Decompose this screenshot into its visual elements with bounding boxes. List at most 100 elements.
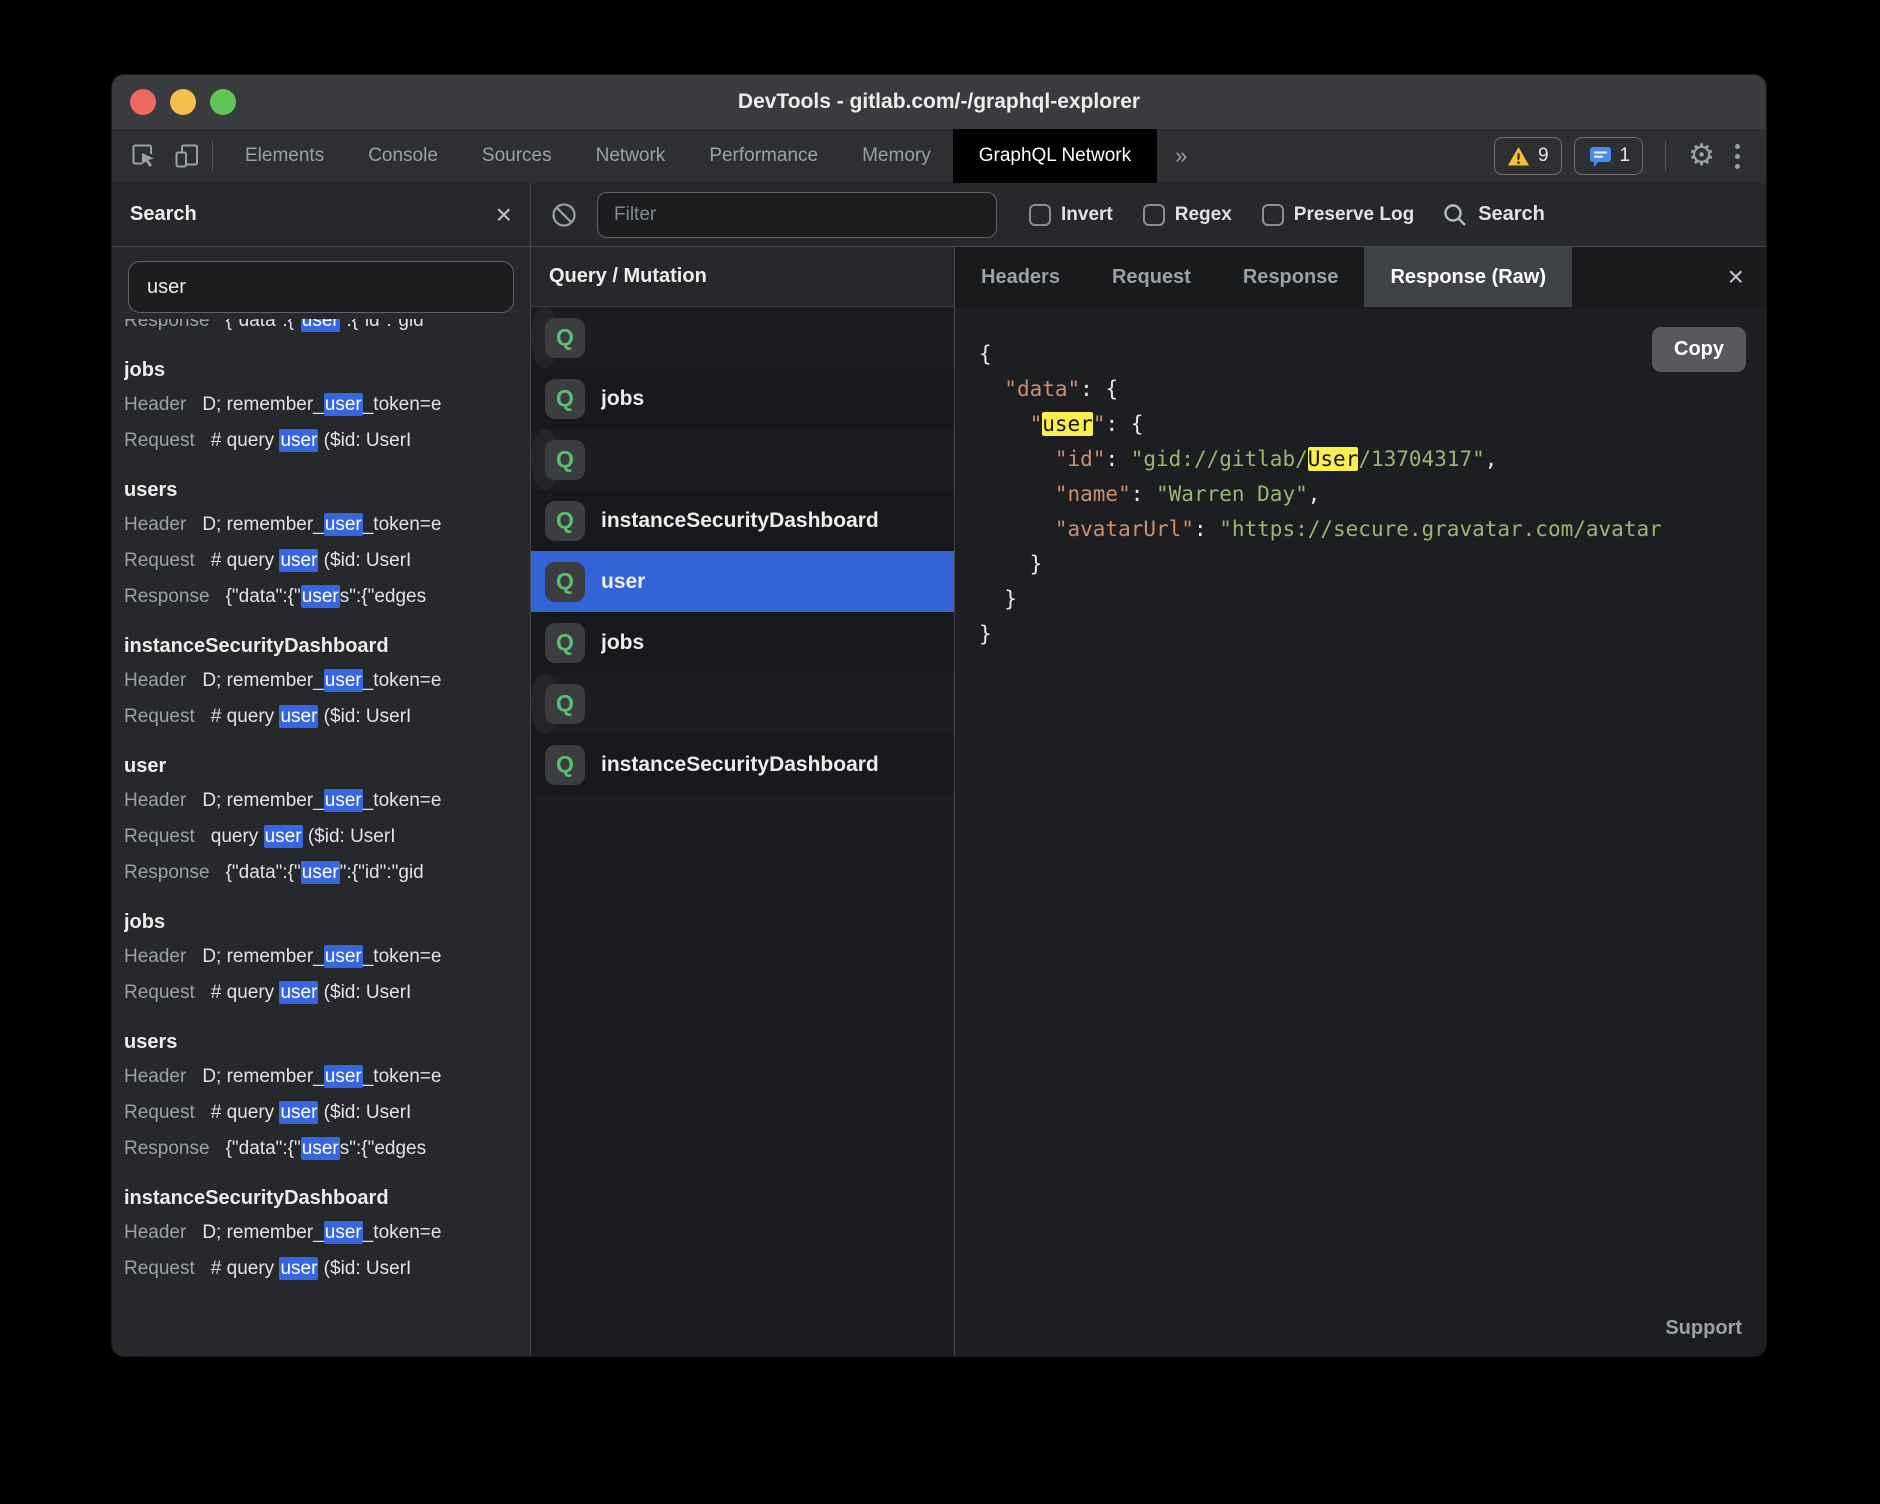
search-result-group-title[interactable]: instanceSecurityDashboard bbox=[124, 1181, 530, 1215]
query-list-item[interactable]: Quser bbox=[531, 307, 559, 368]
result-row-label: Response bbox=[124, 319, 210, 331]
query-list-item[interactable]: QinstanceSecurityDashboard bbox=[531, 734, 954, 795]
detail-tab-response[interactable]: Response bbox=[1217, 247, 1365, 307]
checkbox-invert[interactable]: Invert bbox=[1029, 204, 1113, 226]
match-highlight: user bbox=[324, 513, 363, 536]
match-highlight: user bbox=[279, 981, 318, 1004]
checkbox-regex[interactable]: Regex bbox=[1143, 204, 1232, 226]
search-result-row[interactable]: HeaderD; remember_user_token=e bbox=[124, 783, 530, 819]
search-result-group-title[interactable]: instanceSecurityDashboard bbox=[124, 629, 530, 663]
detail-close-icon[interactable]: × bbox=[1706, 247, 1766, 307]
query-list-item[interactable]: Quser bbox=[531, 551, 954, 612]
json-line: } bbox=[979, 617, 1766, 652]
search-result-row[interactable]: Response{"data":{"users":{"edges bbox=[124, 1131, 530, 1167]
query-list-item[interactable]: Qjobs bbox=[531, 612, 954, 673]
detail-panel: HeadersRequestResponseResponse (Raw) × Co… bbox=[955, 247, 1766, 1356]
result-row-label: Response bbox=[124, 1138, 210, 1159]
search-result-row[interactable]: Request# query user ($id: UserI bbox=[124, 699, 530, 735]
tab-console[interactable]: Console bbox=[346, 129, 460, 183]
search-result-row[interactable]: HeaderD; remember_user_token=e bbox=[124, 663, 530, 699]
match-highlight: user bbox=[279, 1101, 318, 1124]
search-result-row[interactable]: Response{"data":{"user":{"id":"gid bbox=[124, 319, 530, 339]
close-window-button[interactable] bbox=[130, 89, 156, 115]
result-row-label: Header bbox=[124, 394, 186, 415]
detail-tab-request[interactable]: Request bbox=[1086, 247, 1217, 307]
result-row-label: Header bbox=[124, 946, 186, 967]
search-result-row[interactable]: HeaderD; remember_user_token=e bbox=[124, 939, 530, 975]
result-row-label: Request bbox=[124, 550, 195, 571]
devtools-window: DevTools - gitlab.com/-/graphql-explorer… bbox=[112, 75, 1766, 1356]
warning-triangle-icon bbox=[1507, 146, 1530, 167]
search-result-row[interactable]: HeaderD; remember_user_token=e bbox=[124, 1059, 530, 1095]
block-clear-icon[interactable] bbox=[549, 200, 579, 230]
result-row-label: Header bbox=[124, 1066, 186, 1087]
query-list-item[interactable]: Qusers bbox=[531, 673, 559, 734]
inspect-element-icon[interactable] bbox=[128, 141, 158, 171]
query-mutation-header: Query / Mutation bbox=[531, 247, 954, 307]
traffic-lights bbox=[130, 89, 236, 115]
search-result-row[interactable]: Request# query user ($id: UserI bbox=[124, 423, 530, 459]
tab-sources[interactable]: Sources bbox=[460, 129, 574, 183]
query-mutation-panel: Query / Mutation QuserQjobsQusersQinstan… bbox=[531, 247, 955, 1356]
detail-tab-headers[interactable]: Headers bbox=[955, 247, 1086, 307]
search-highlight: User bbox=[1308, 447, 1359, 471]
search-result-group-title[interactable]: users bbox=[124, 1025, 530, 1059]
search-result-group-title[interactable]: user bbox=[124, 749, 530, 783]
json-viewer: { "data": { "user": { "id": "gid://gitla… bbox=[955, 307, 1766, 652]
issues-count: 1 bbox=[1620, 145, 1631, 167]
json-line: "name": "Warren Day", bbox=[979, 477, 1766, 512]
tab-graphql-network[interactable]: GraphQL Network bbox=[953, 129, 1157, 183]
search-result-row[interactable]: HeaderD; remember_user_token=e bbox=[124, 507, 530, 543]
search-panel-close-icon[interactable]: × bbox=[496, 201, 512, 229]
search-result-group-title[interactable]: users bbox=[124, 473, 530, 507]
settings-gear-icon[interactable]: ⚙ bbox=[1688, 141, 1715, 171]
warnings-badge[interactable]: 9 bbox=[1494, 137, 1562, 175]
query-list-item[interactable]: Qusers bbox=[531, 429, 559, 490]
search-result-group-title[interactable]: jobs bbox=[124, 905, 530, 939]
checkbox-box bbox=[1029, 204, 1051, 226]
query-type-icon: Q bbox=[545, 318, 585, 358]
checkbox-preserve-log[interactable]: Preserve Log bbox=[1262, 204, 1414, 226]
query-type-icon: Q bbox=[545, 623, 585, 663]
result-row-label: Header bbox=[124, 790, 186, 811]
minimize-window-button[interactable] bbox=[170, 89, 196, 115]
tab-memory[interactable]: Memory bbox=[840, 129, 953, 183]
issues-badge[interactable]: 1 bbox=[1574, 137, 1644, 175]
copy-button[interactable]: Copy bbox=[1652, 327, 1746, 372]
detail-tab-response-raw[interactable]: Response (Raw) bbox=[1364, 247, 1572, 307]
more-options-kebab-icon[interactable] bbox=[1727, 144, 1748, 169]
result-row-label: Request bbox=[124, 430, 195, 451]
tab-performance[interactable]: Performance bbox=[687, 129, 840, 183]
search-result-row[interactable]: Request# query user ($id: UserI bbox=[124, 975, 530, 1011]
more-tabs-chevron-icon[interactable]: » bbox=[1157, 129, 1205, 183]
query-list-item-label: instanceSecurityDashboard bbox=[601, 509, 879, 533]
support-link[interactable]: Support bbox=[955, 1317, 1766, 1356]
search-result-row[interactable]: Response{"data":{"user":{"id":"gid bbox=[124, 855, 530, 891]
search-result-row[interactable]: Response{"data":{"users":{"edges bbox=[124, 579, 530, 615]
search-result-group-title[interactable]: jobs bbox=[124, 353, 530, 387]
device-toolbar-icon[interactable] bbox=[172, 141, 202, 171]
devtools-tab-strip: ElementsConsoleSourcesNetworkPerformance… bbox=[223, 129, 953, 183]
filter-search[interactable]: Search bbox=[1442, 202, 1545, 228]
tab-network[interactable]: Network bbox=[574, 129, 688, 183]
tab-elements[interactable]: Elements bbox=[223, 129, 346, 183]
result-row-label: Request bbox=[124, 706, 195, 727]
search-result-row[interactable]: Request# query user ($id: UserI bbox=[124, 543, 530, 579]
search-input[interactable] bbox=[128, 261, 514, 313]
query-list-item[interactable]: Qjobs bbox=[531, 368, 954, 429]
zoom-window-button[interactable] bbox=[210, 89, 236, 115]
search-result-row[interactable]: Request# query user ($id: UserI bbox=[124, 1095, 530, 1131]
filter-input[interactable] bbox=[597, 192, 997, 238]
match-highlight: user bbox=[279, 549, 318, 572]
query-list-item[interactable]: QinstanceSecurityDashboard bbox=[531, 490, 954, 551]
search-result-row[interactable]: HeaderD; remember_user_token=e bbox=[124, 387, 530, 423]
match-highlight: user bbox=[324, 789, 363, 812]
search-result-row[interactable]: HeaderD; remember_user_token=e bbox=[124, 1215, 530, 1251]
match-highlight: user bbox=[301, 861, 340, 884]
match-highlight: user bbox=[324, 393, 363, 416]
checkbox-label: Invert bbox=[1061, 204, 1113, 226]
search-result-row[interactable]: Request# query user ($id: UserI bbox=[124, 1251, 530, 1287]
query-type-icon: Q bbox=[545, 562, 585, 602]
search-results: Response{"data":{"user":{"id":"gidjobsHe… bbox=[112, 319, 530, 1356]
search-result-row[interactable]: Requestquery user ($id: UserI bbox=[124, 819, 530, 855]
